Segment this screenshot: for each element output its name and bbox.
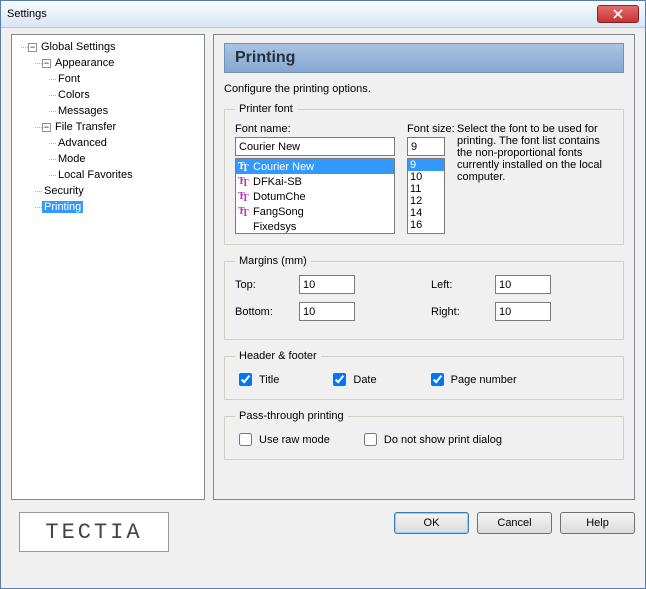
truetype-icon: [238, 177, 250, 187]
margin-top-input[interactable]: [299, 275, 355, 294]
margin-bottom-label: Bottom:: [235, 306, 291, 318]
collapse-icon[interactable]: −: [28, 43, 37, 52]
header-footer-legend: Header & footer: [235, 350, 321, 362]
window-title: Settings: [7, 8, 597, 20]
tree-item-font[interactable]: Font: [14, 71, 202, 87]
tree-item-advanced[interactable]: Advanced: [14, 135, 202, 151]
margin-right-input[interactable]: [495, 302, 551, 321]
font-size-input[interactable]: [407, 137, 445, 156]
list-item[interactable]: FangSong: [236, 204, 394, 219]
raw-mode-checkbox[interactable]: Use raw mode: [235, 430, 330, 449]
truetype-icon: [238, 162, 250, 172]
close-button[interactable]: [597, 5, 639, 23]
ok-button[interactable]: OK: [394, 512, 469, 534]
tree-item-appearance[interactable]: − Appearance: [14, 55, 202, 71]
truetype-icon: [238, 192, 250, 202]
margins-legend: Margins (mm): [235, 255, 311, 267]
header-footer-group: Header & footer Title Date Page number: [224, 350, 624, 400]
list-item[interactable]: 14: [408, 207, 444, 219]
collapse-icon[interactable]: −: [42, 123, 51, 132]
list-item[interactable]: 12: [408, 195, 444, 207]
panel-title: Printing: [224, 43, 624, 73]
pass-through-legend: Pass-through printing: [235, 410, 348, 422]
cancel-button[interactable]: Cancel: [477, 512, 552, 534]
printer-font-group: Printer font Font name: Courier New DFKa…: [224, 103, 624, 245]
list-item[interactable]: 16: [408, 219, 444, 231]
list-item[interactable]: Courier New: [236, 159, 394, 174]
close-icon: [613, 9, 623, 19]
font-size-label: Font size:: [407, 123, 445, 135]
date-checkbox[interactable]: Date: [329, 370, 376, 389]
size-listbox[interactable]: 9 10 11 12 14 16: [407, 158, 445, 234]
page-number-checkbox[interactable]: Page number: [427, 370, 517, 389]
title-bar: Settings: [1, 1, 645, 28]
tree-item-file-transfer[interactable]: − File Transfer: [14, 119, 202, 135]
margin-left-input[interactable]: [495, 275, 551, 294]
margin-right-label: Right:: [431, 306, 487, 318]
list-item[interactable]: 9: [408, 159, 444, 171]
settings-panel: Printing Configure the printing options.…: [213, 34, 635, 500]
tectia-logo: TECTIA: [19, 512, 169, 552]
font-name-label: Font name:: [235, 123, 395, 135]
help-button[interactable]: Help: [560, 512, 635, 534]
list-item[interactable]: 11: [408, 183, 444, 195]
help-text: Select the font to be used for printing.…: [457, 123, 613, 234]
no-dialog-checkbox[interactable]: Do not show print dialog: [360, 430, 502, 449]
margin-bottom-input[interactable]: [299, 302, 355, 321]
margin-top-label: Top:: [235, 279, 291, 291]
list-item[interactable]: DotumChe: [236, 189, 394, 204]
tree-item-mode[interactable]: Mode: [14, 151, 202, 167]
pass-through-group: Pass-through printing Use raw mode Do no…: [224, 410, 624, 460]
title-checkbox[interactable]: Title: [235, 370, 279, 389]
tree-item-local-favorites[interactable]: Local Favorites: [14, 167, 202, 183]
printer-font-legend: Printer font: [235, 103, 297, 115]
tree-item-security[interactable]: Security: [14, 183, 202, 199]
tree-item-printing[interactable]: Printing: [14, 199, 202, 215]
list-item[interactable]: Fixedsys: [236, 219, 394, 234]
truetype-icon: [238, 207, 250, 217]
tree-item-global-settings[interactable]: − Global Settings: [14, 39, 202, 55]
margin-left-label: Left:: [431, 279, 487, 291]
list-item[interactable]: DFKai-SB: [236, 174, 394, 189]
list-item[interactable]: 10: [408, 171, 444, 183]
margins-group: Margins (mm) Top: Left: Bottom: Right:: [224, 255, 624, 340]
font-name-input[interactable]: [235, 137, 395, 156]
tree-item-messages[interactable]: Messages: [14, 103, 202, 119]
nav-tree[interactable]: − Global Settings − Appearance Font Colo…: [11, 34, 205, 500]
font-listbox[interactable]: Courier New DFKai-SB DotumChe FangSong F…: [235, 158, 395, 234]
settings-window: Settings − Global Settings − Appearance …: [0, 0, 646, 589]
tree-item-colors[interactable]: Colors: [14, 87, 202, 103]
panel-desc: Configure the printing options.: [224, 83, 624, 95]
collapse-icon[interactable]: −: [42, 59, 51, 68]
